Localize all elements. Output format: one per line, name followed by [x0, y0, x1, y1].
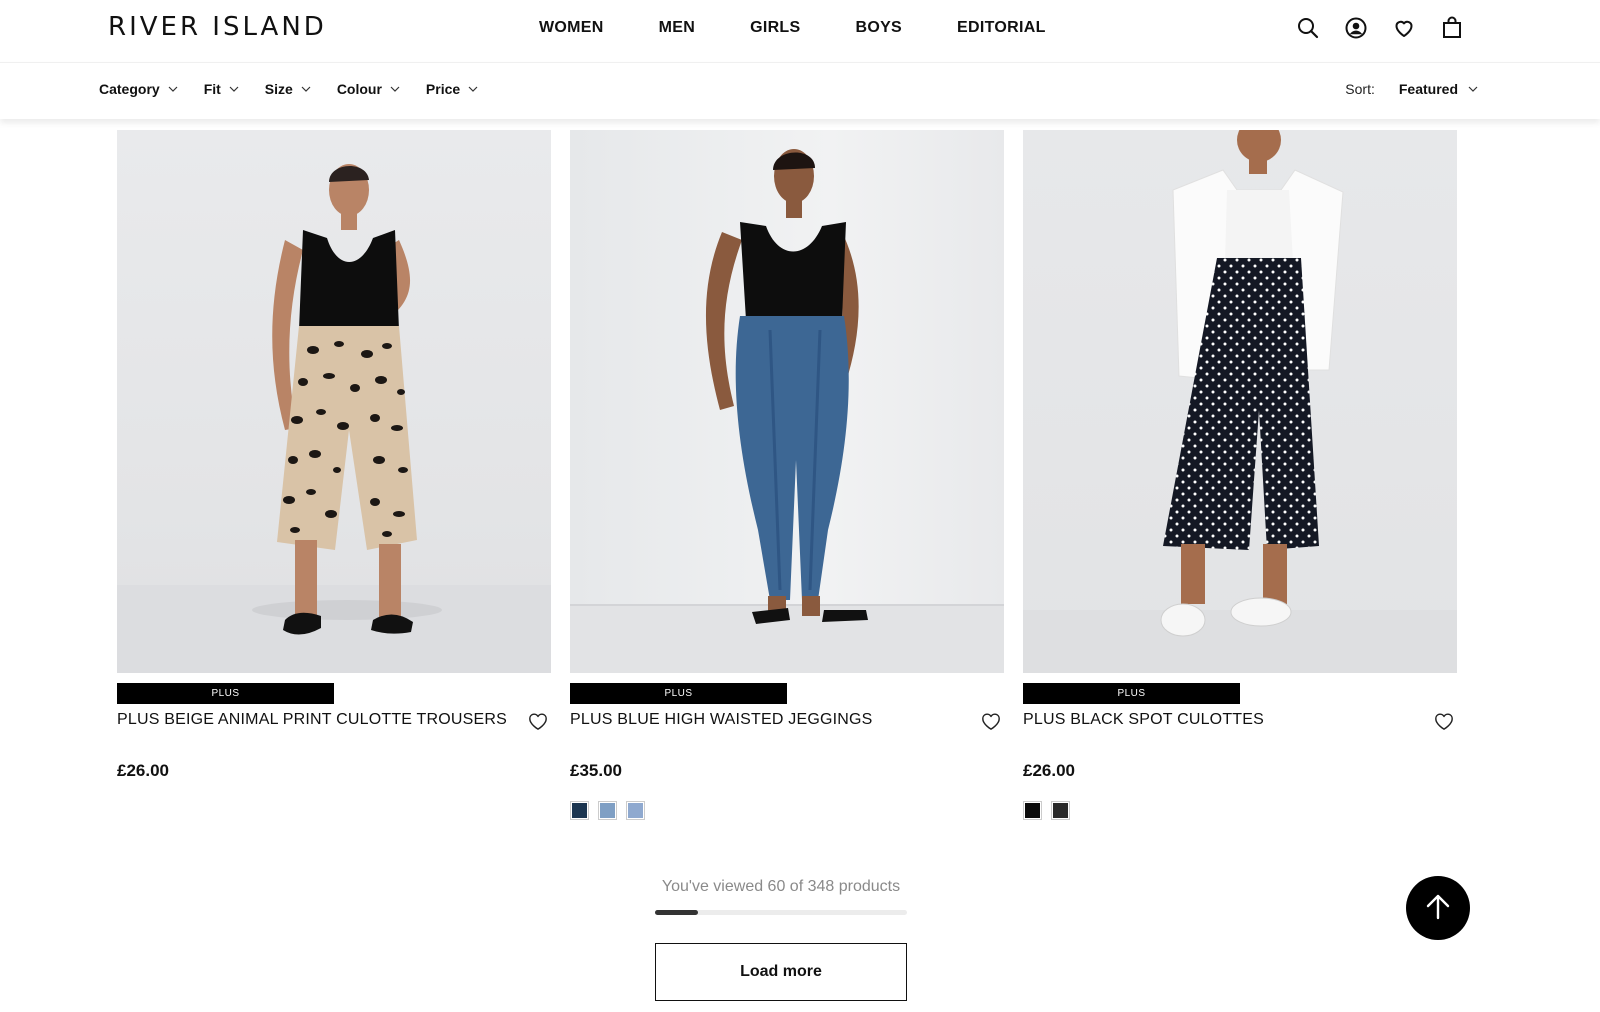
back-to-top-button[interactable] [1406, 876, 1470, 940]
product-price: £26.00 [117, 761, 169, 780]
search-icon[interactable] [1294, 14, 1322, 42]
progress-text: You've viewed 60 of 348 products [661, 878, 901, 895]
nav-girls[interactable]: GIRLS [750, 19, 800, 37]
products-progress: You've viewed 60 of 348 products [655, 878, 907, 915]
chevron-down-icon [229, 84, 239, 94]
filter-size[interactable]: Size [265, 81, 311, 97]
filter-label: Fit [203, 81, 221, 97]
arrow-up-icon [1423, 891, 1453, 926]
chevron-down-icon [1468, 84, 1478, 94]
product-badge: PLUS [1023, 683, 1240, 704]
product-title[interactable]: PLUS BEIGE ANIMAL PRINT CULOTTE TROUSERS [117, 711, 507, 729]
progress-fill [655, 910, 699, 915]
sort-dropdown[interactable]: Featured [1399, 81, 1478, 97]
filter-price[interactable]: Price [426, 81, 478, 97]
product-grid: PLUS PLUS BEIGE ANIMAL PRINT CULOTTE TRO… [117, 130, 1457, 820]
header-icons [1294, 14, 1466, 42]
main-nav: WOMEN MEN GIRLS BOYS EDITORIAL [539, 19, 1101, 37]
product-card[interactable]: PLUS PLUS BLACK SPOT CULOTTES £26.00 [1023, 130, 1457, 820]
product-title[interactable]: PLUS BLACK SPOT CULOTTES [1023, 711, 1264, 729]
account-icon[interactable] [1342, 14, 1370, 42]
product-badge: PLUS [117, 683, 334, 704]
product-title-row: PLUS BLACK SPOT CULOTTES [1023, 711, 1457, 731]
filter-category[interactable]: Category [99, 81, 178, 97]
colour-swatch[interactable] [626, 801, 645, 820]
chevron-down-icon [468, 84, 478, 94]
load-more-button[interactable]: Load more [655, 943, 907, 1001]
chevron-down-icon [168, 84, 178, 94]
heart-icon[interactable] [1433, 711, 1455, 731]
nav-boys[interactable]: BOYS [855, 19, 902, 37]
site-logo[interactable]: RIVER ISLAND [108, 12, 327, 42]
product-price: £26.00 [1023, 761, 1075, 780]
nav-women[interactable]: WOMEN [539, 19, 604, 37]
bag-icon[interactable] [1438, 14, 1466, 42]
filter-bar: Category Fit Size Colour Price Sort: Fea… [0, 62, 1600, 119]
filter-list: Category Fit Size Colour Price [99, 81, 504, 97]
sort-value: Featured [1398, 81, 1458, 97]
filter-colour[interactable]: Colour [337, 81, 400, 97]
product-title-row: PLUS BEIGE ANIMAL PRINT CULOTTE TROUSERS [117, 711, 551, 731]
heart-icon[interactable] [527, 711, 549, 731]
wishlist-icon[interactable] [1390, 14, 1418, 42]
product-title-row: PLUS BLUE HIGH WAISTED JEGGINGS [570, 711, 1004, 731]
colour-swatch[interactable] [1023, 801, 1042, 820]
filter-label: Size [264, 81, 293, 97]
product-image[interactable] [117, 130, 551, 673]
colour-swatch[interactable] [570, 801, 589, 820]
sort-control: Sort: Featured [1345, 81, 1478, 97]
chevron-down-icon [301, 84, 311, 94]
nav-men[interactable]: MEN [659, 19, 695, 37]
product-title[interactable]: PLUS BLUE HIGH WAISTED JEGGINGS [570, 711, 873, 729]
sort-label: Sort: [1345, 81, 1375, 97]
nav-editorial[interactable]: EDITORIAL [957, 19, 1046, 37]
product-badge: PLUS [570, 683, 787, 704]
filter-label: Colour [336, 81, 382, 97]
progress-track [655, 910, 907, 915]
product-image[interactable] [1023, 130, 1457, 673]
filter-fit[interactable]: Fit [204, 81, 239, 97]
filter-label: Category [99, 81, 160, 97]
heart-icon[interactable] [980, 711, 1002, 731]
product-card[interactable]: PLUS PLUS BLUE HIGH WAISTED JEGGINGS £35… [570, 130, 1004, 820]
chevron-down-icon [390, 84, 400, 94]
colour-swatches [1023, 801, 1457, 820]
colour-swatch[interactable] [1051, 801, 1070, 820]
colour-swatch[interactable] [598, 801, 617, 820]
site-header: RIVER ISLAND WOMEN MEN GIRLS BOYS EDITOR… [0, 0, 1600, 62]
product-image[interactable] [570, 130, 1004, 673]
product-card[interactable]: PLUS PLUS BEIGE ANIMAL PRINT CULOTTE TRO… [117, 130, 551, 820]
product-price: £35.00 [570, 761, 622, 780]
colour-swatches [570, 801, 1004, 820]
filter-label: Price [425, 81, 461, 97]
